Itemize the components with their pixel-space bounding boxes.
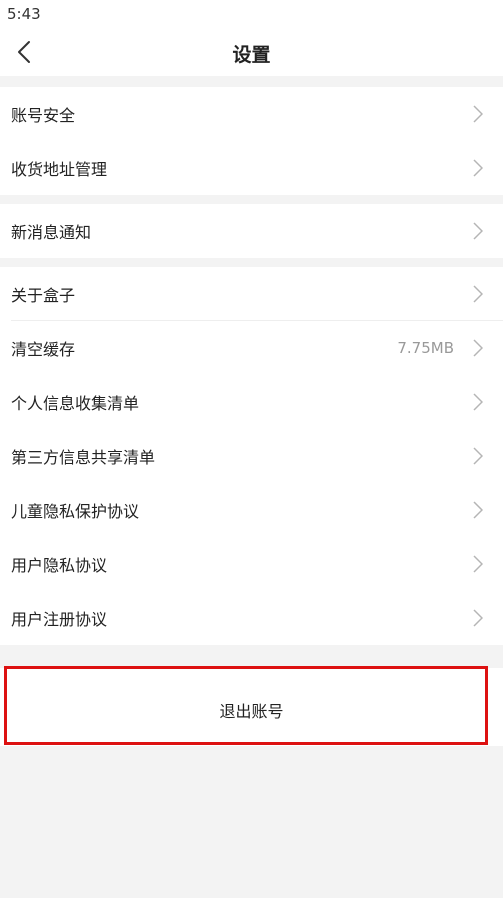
chevron-right-icon — [471, 500, 485, 520]
row-clear-cache[interactable]: 清空缓存 7.75MB — [0, 321, 503, 375]
row-label: 第三方信息共享清单 — [11, 448, 156, 467]
row-user-privacy-agreement[interactable]: 用户隐私协议 — [0, 537, 503, 591]
chevron-right-icon — [471, 338, 485, 358]
chevron-right-icon — [471, 221, 485, 241]
row-third-party-sharing-list[interactable]: 第三方信息共享清单 — [0, 429, 503, 483]
settings-group-account: 账号安全 收货地址管理 — [0, 87, 503, 195]
row-label: 儿童隐私保护协议 — [11, 502, 140, 521]
row-child-privacy-agreement[interactable]: 儿童隐私保护协议 — [0, 483, 503, 537]
chevron-right-icon — [471, 158, 485, 178]
logout-button[interactable]: 退出账号 — [0, 698, 503, 722]
chevron-right-icon — [471, 284, 485, 304]
status-time: 5:43 — [7, 5, 41, 23]
row-label: 个人信息收集清单 — [11, 394, 140, 413]
row-new-message-notification[interactable]: 新消息通知 — [0, 204, 503, 258]
row-address-management[interactable]: 收货地址管理 — [0, 141, 503, 195]
row-label: 关于盒子 — [11, 286, 76, 305]
nav-bar: 设置 — [0, 28, 503, 76]
chevron-right-icon — [471, 554, 485, 574]
page-title: 设置 — [232, 44, 271, 66]
row-label: 新消息通知 — [11, 223, 92, 242]
chevron-right-icon — [471, 392, 485, 412]
row-account-security[interactable]: 账号安全 — [0, 87, 503, 141]
row-label: 用户注册协议 — [11, 610, 108, 629]
chevron-right-icon — [471, 446, 485, 466]
row-user-registration-agreement[interactable]: 用户注册协议 — [0, 591, 503, 645]
row-label: 账号安全 — [11, 106, 76, 125]
settings-group-notification: 新消息通知 — [0, 204, 503, 258]
settings-group-about: 关于盒子 清空缓存 7.75MB 个人信息收集清单 第三方信息共享清单 儿童隐私… — [0, 267, 503, 645]
cache-size-value: 7.75MB — [397, 339, 454, 357]
row-personal-info-list[interactable]: 个人信息收集清单 — [0, 375, 503, 429]
row-about-box[interactable]: 关于盒子 — [0, 267, 503, 321]
row-label: 收货地址管理 — [11, 160, 108, 179]
chevron-right-icon — [471, 104, 485, 124]
chevron-right-icon — [471, 608, 485, 628]
row-label: 用户隐私协议 — [11, 556, 108, 575]
row-label: 清空缓存 — [11, 340, 76, 359]
status-bar: 5:43 — [0, 0, 503, 28]
